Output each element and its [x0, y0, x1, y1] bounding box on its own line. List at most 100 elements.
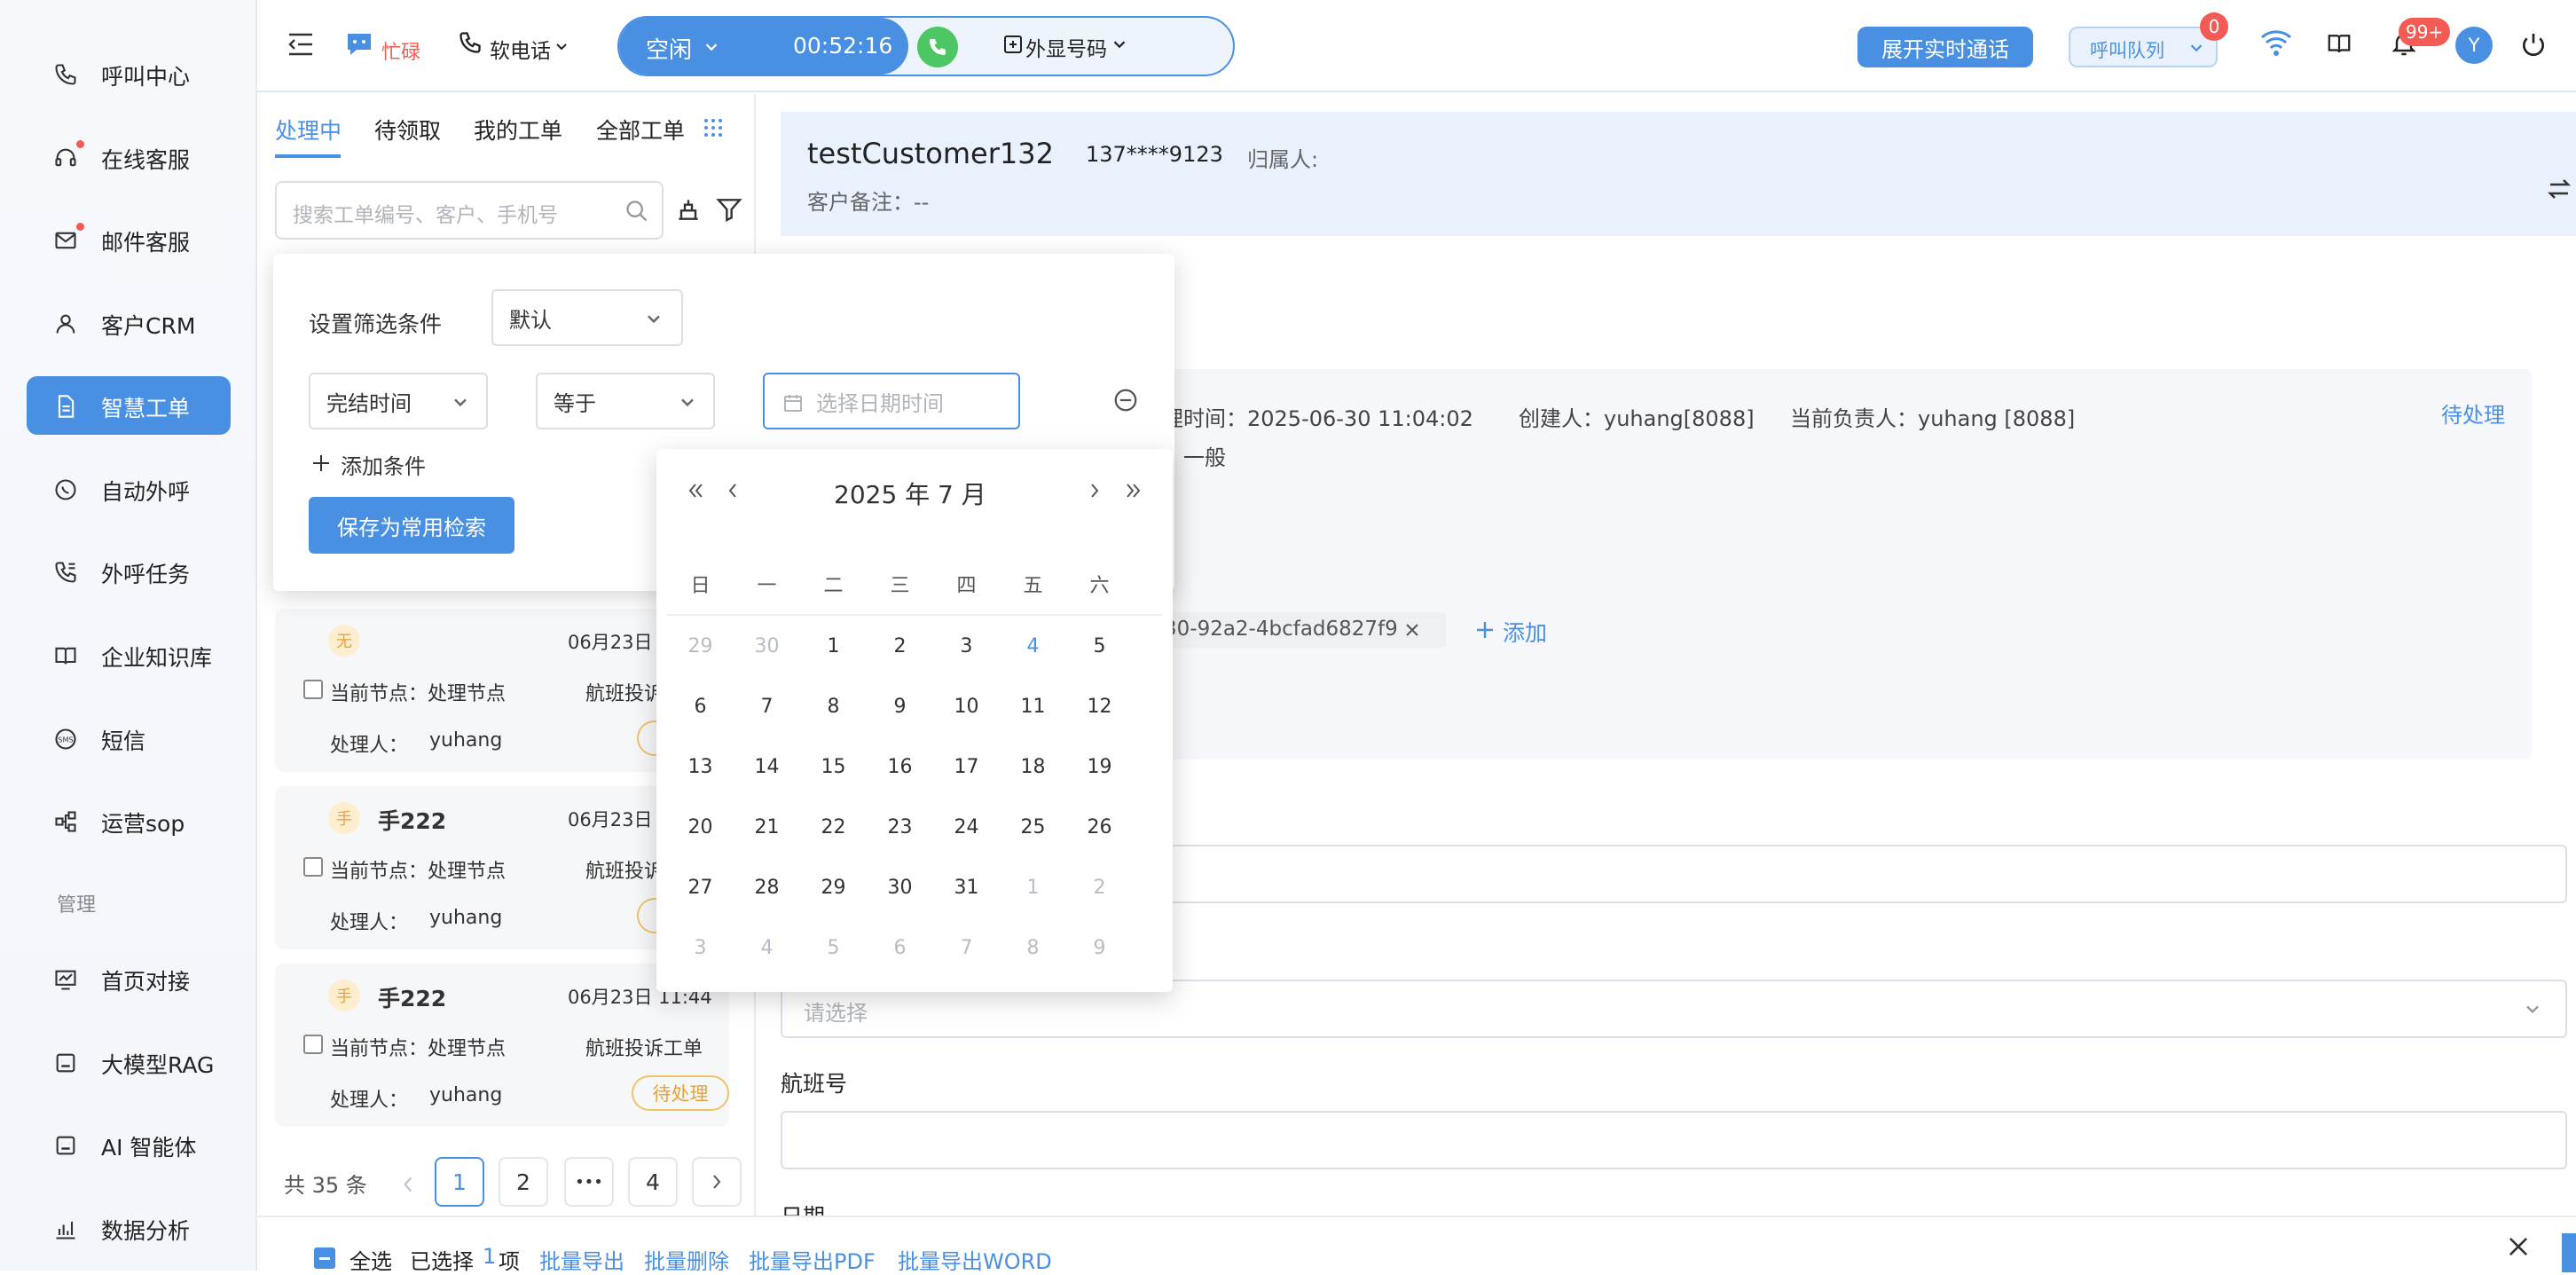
select-all-checkbox[interactable]	[314, 1247, 335, 1269]
flight-number-input[interactable]	[781, 1111, 2567, 1169]
remove-condition-icon[interactable]	[1112, 387, 1139, 413]
sidebar-item[interactable]: 大模型RAG	[27, 1033, 231, 1091]
calendar-day[interactable]: 2	[867, 635, 933, 657]
sidebar-item[interactable]: 首页对接	[27, 949, 231, 1008]
calendar-day[interactable]: 27	[667, 877, 734, 899]
calendar-day[interactable]: 26	[1066, 816, 1133, 838]
sidebar-item[interactable]: 运营sop	[27, 791, 231, 850]
filter-icon[interactable]	[715, 195, 743, 224]
calendar-day[interactable]: 10	[933, 696, 1000, 718]
chevron-left-icon[interactable]	[401, 1175, 415, 1194]
sidebar-item[interactable]: 外呼任务	[27, 542, 231, 601]
ticket-checkbox[interactable]	[303, 1035, 323, 1054]
calendar-day[interactable]: 23	[867, 816, 933, 838]
calendar-day[interactable]: 30	[734, 635, 800, 657]
sidebar-item[interactable]: SMS 短信	[27, 709, 231, 767]
plus-icon[interactable]	[1474, 619, 1496, 641]
filter-date-input[interactable]: 选择日期时间	[763, 373, 1020, 429]
calendar-day[interactable]: 22	[800, 816, 867, 838]
tab-all-tickets[interactable]: 全部工单	[596, 114, 685, 146]
sidebar-item[interactable]: 呼叫中心	[27, 44, 231, 103]
sidebar-item[interactable]: 企业知识库	[27, 626, 231, 684]
calendar-day[interactable]: 16	[867, 756, 933, 778]
sidebar-item[interactable]: AI 智能体	[27, 1115, 231, 1174]
expand-realtime-call-button[interactable]: 展开实时通话	[1857, 27, 2033, 67]
ticket-checkbox[interactable]	[303, 857, 323, 877]
calendar-day[interactable]: 2	[1066, 877, 1133, 899]
add-condition-button[interactable]: 添加条件	[341, 449, 426, 480]
page-button[interactable]: 2	[499, 1157, 548, 1207]
tab-my-tickets[interactable]: 我的工单	[474, 114, 562, 146]
save-common-search-button[interactable]: 保存为常用检索	[309, 497, 514, 554]
calendar-day[interactable]: 3	[933, 635, 1000, 657]
busy-status[interactable]: 忙碌	[381, 36, 420, 65]
answer-call-button[interactable]	[917, 27, 958, 67]
sidebar-item[interactable]: 在线客服	[27, 128, 231, 186]
prev-month-icon[interactable]	[726, 481, 740, 500]
calendar-day[interactable]: 6	[667, 696, 734, 718]
calendar-day[interactable]: 5	[1066, 635, 1133, 657]
calendar-day[interactable]: 29	[800, 877, 867, 899]
calendar-day[interactable]: 5	[800, 937, 867, 959]
calendar-day[interactable]: 15	[800, 756, 867, 778]
calendar-day[interactable]: 13	[667, 756, 734, 778]
idle-segment[interactable]: 空闲 00:52:16	[619, 18, 908, 75]
calendar-day[interactable]: 1	[800, 635, 867, 657]
outbound-number-dropdown[interactable]: 外显号码	[1025, 32, 1107, 62]
filter-field-select[interactable]: 完结时间	[309, 373, 488, 429]
filter-preset-select[interactable]: 默认	[491, 289, 683, 346]
call-queue-dropdown[interactable]: 呼叫队列	[2069, 27, 2218, 67]
calendar-day[interactable]: 12	[1066, 696, 1133, 718]
power-icon[interactable]	[2519, 30, 2548, 59]
page-button[interactable]: 4	[628, 1157, 678, 1207]
sidebar-item[interactable]: 邮件客服	[27, 210, 231, 269]
book-icon[interactable]	[2324, 30, 2354, 57]
calendar-day-today[interactable]: 4	[1000, 635, 1066, 657]
calendar-day[interactable]: 29	[667, 635, 734, 657]
swap-icon[interactable]	[2546, 176, 2572, 202]
calendar-day[interactable]: 21	[734, 816, 800, 838]
calendar-day[interactable]: 1	[1000, 877, 1066, 899]
grid-icon[interactable]	[703, 117, 724, 138]
page-button-current[interactable]: 1	[435, 1157, 484, 1207]
calendar-day[interactable]: 9	[867, 696, 933, 718]
page-ellipsis-button[interactable]: •••	[564, 1157, 614, 1207]
calendar-day[interactable]: 30	[867, 877, 933, 899]
calendar-day[interactable]: 28	[734, 877, 800, 899]
calendar-day[interactable]: 6	[867, 937, 933, 959]
sidebar-item[interactable]: 自动外呼	[27, 460, 231, 518]
calendar-day[interactable]: 18	[1000, 756, 1066, 778]
close-icon[interactable]	[2507, 1235, 2530, 1258]
calendar-day[interactable]: 8	[1000, 937, 1066, 959]
filter-operator-select[interactable]: 等于	[536, 373, 715, 429]
next-month-icon[interactable]	[1088, 481, 1102, 500]
scroll-handle[interactable]	[2562, 1233, 2576, 1272]
tab-processing[interactable]: 处理中	[275, 114, 342, 146]
calendar-day[interactable]: 19	[1066, 756, 1133, 778]
sidebar-item[interactable]: 客户CRM	[27, 294, 231, 352]
org-tree-icon[interactable]	[674, 195, 703, 224]
ticket-checkbox[interactable]	[303, 680, 323, 699]
next-page-button[interactable]	[692, 1157, 742, 1207]
next-year-icon[interactable]	[1123, 481, 1143, 500]
menu-collapse-icon[interactable]	[287, 32, 314, 57]
avatar[interactable]: Y	[2455, 27, 2493, 64]
softphone-dropdown[interactable]: 软电话	[490, 34, 551, 64]
calendar-day[interactable]: 7	[933, 937, 1000, 959]
calendar-day[interactable]: 9	[1066, 937, 1133, 959]
calendar-day[interactable]: 24	[933, 816, 1000, 838]
calendar-day[interactable]: 14	[734, 756, 800, 778]
calendar-day[interactable]: 20	[667, 816, 734, 838]
add-tag-button[interactable]: 添加	[1503, 616, 1547, 648]
prev-year-icon[interactable]	[687, 481, 706, 500]
calendar-day[interactable]: 3	[667, 937, 734, 959]
close-icon[interactable]	[1403, 621, 1421, 639]
calendar-day[interactable]: 25	[1000, 816, 1066, 838]
calendar-day[interactable]: 8	[800, 696, 867, 718]
calendar-day[interactable]: 7	[734, 696, 800, 718]
sidebar-item[interactable]: 数据分析	[27, 1199, 231, 1257]
ticket-status[interactable]: 待处理	[2441, 397, 2505, 429]
calendar-day[interactable]: 4	[734, 937, 800, 959]
tab-pending[interactable]: 待领取	[374, 114, 441, 146]
calendar-day[interactable]: 31	[933, 877, 1000, 899]
